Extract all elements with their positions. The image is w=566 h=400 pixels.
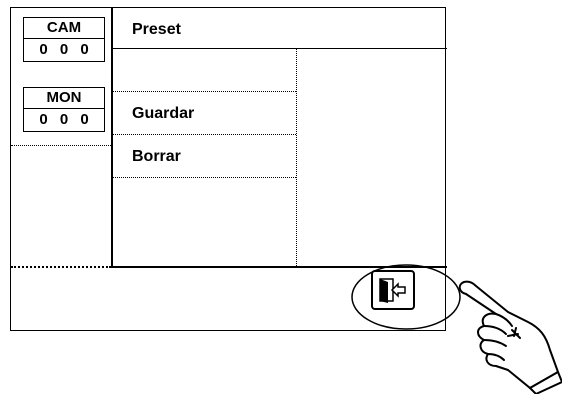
- cam-display: CAM 0 0 0: [23, 17, 105, 62]
- preset-panel: Preset Guardar Borrar: [111, 8, 447, 268]
- menu-item-guardar[interactable]: Guardar: [113, 92, 296, 135]
- cam-label: CAM: [24, 18, 104, 39]
- highlight-circle: [351, 264, 461, 330]
- bottom-divider: [11, 266, 111, 268]
- pointing-hand-icon: [458, 280, 562, 394]
- mon-display: MON 0 0 0: [23, 87, 105, 132]
- sidebar-divider: [11, 145, 111, 146]
- mon-value: 0 0 0: [39, 111, 93, 128]
- mon-label: MON: [24, 88, 104, 109]
- column-divider: [296, 49, 297, 266]
- menu-item-empty[interactable]: [113, 49, 296, 92]
- cam-value: 0 0 0: [39, 41, 93, 58]
- menu-item-borrar[interactable]: Borrar: [113, 135, 296, 178]
- panel-title: Preset: [113, 8, 447, 49]
